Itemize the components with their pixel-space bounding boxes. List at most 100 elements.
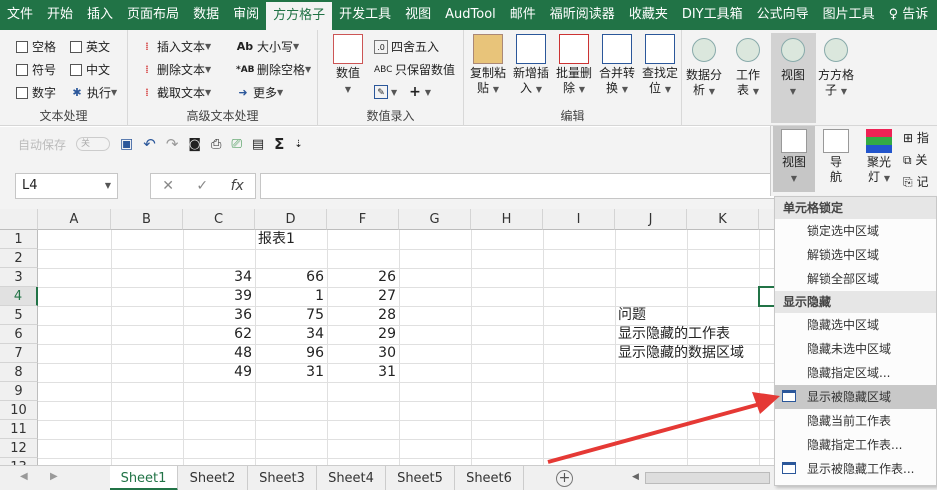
cell-title[interactable]: 报表1 bbox=[258, 230, 295, 249]
cell-d[interactable]: 31 bbox=[255, 363, 324, 382]
tab-review[interactable]: 审阅 bbox=[226, 0, 266, 30]
cell-c[interactable]: 34 bbox=[183, 268, 252, 287]
row-header[interactable]: 11 bbox=[0, 420, 38, 439]
checkbox-number[interactable] bbox=[16, 86, 28, 99]
cancel-icon[interactable]: ✕ bbox=[162, 178, 174, 194]
menu-item-hide-selected[interactable]: 隐藏选中区域 bbox=[775, 313, 936, 337]
cell-c[interactable]: 36 bbox=[183, 306, 252, 325]
batch-delete-button[interactable]: 批量删除 ▼ bbox=[552, 34, 596, 97]
row-header[interactable]: 13 bbox=[0, 458, 38, 465]
copy-paste-button[interactable]: 复制粘贴 ▼ bbox=[466, 34, 510, 97]
menu-item-show-hidden-area[interactable]: 显示被隐藏区域 bbox=[775, 385, 936, 409]
undo-icon[interactable]: ↶ bbox=[143, 135, 156, 153]
tab-formula-wizard[interactable]: 公式向导 bbox=[750, 0, 816, 30]
popup-right-item[interactable]: ⎘ 记 bbox=[903, 173, 928, 190]
option-symbol[interactable]: 符号 bbox=[16, 61, 56, 78]
column-header[interactable]: B bbox=[111, 209, 183, 230]
tab-tell-me[interactable]: ♀ 告诉 bbox=[882, 0, 936, 30]
column-header[interactable]: I bbox=[543, 209, 615, 230]
ffgz-button[interactable]: 方方格子 ▼ bbox=[816, 38, 856, 99]
cell-note[interactable]: 显示隐藏的数据区域 bbox=[618, 344, 744, 363]
numeric-button[interactable]: 数值 ▼ bbox=[326, 34, 370, 97]
tab-insert[interactable]: 插入 bbox=[80, 0, 120, 30]
cell-d[interactable]: 66 bbox=[255, 268, 324, 287]
sheet-tab[interactable]: Sheet1 bbox=[110, 466, 178, 490]
tab-mail[interactable]: 邮件 bbox=[503, 0, 543, 30]
cell-note[interactable]: 问题 bbox=[618, 306, 646, 325]
cell-d[interactable]: 75 bbox=[255, 306, 324, 325]
sheet-tab[interactable]: Sheet3 bbox=[248, 466, 317, 490]
select-all-corner[interactable] bbox=[0, 209, 38, 230]
tab-ffgz[interactable]: 方方格子 bbox=[266, 0, 333, 30]
menu-item-hide-current-sheet[interactable]: 隐藏当前工作表 bbox=[775, 409, 936, 433]
remove-space-button[interactable]: *AB 删除空格 ▼ bbox=[236, 61, 311, 78]
customize-icon[interactable]: ⇣ bbox=[294, 139, 302, 150]
tab-favorites[interactable]: 收藏夹 bbox=[622, 0, 675, 30]
case-button[interactable]: Ab 大小写 ▼ bbox=[236, 38, 299, 55]
popup-right-item[interactable]: ⧉ 关 bbox=[903, 151, 927, 168]
extract-text-button[interactable]: ⁞ 截取文本 ▼ bbox=[140, 84, 211, 101]
cell-c[interactable]: 49 bbox=[183, 363, 252, 382]
popup-spotlight-button[interactable]: 聚光灯 ▼ bbox=[859, 129, 899, 186]
row-header[interactable]: 1 bbox=[0, 230, 38, 249]
numeric-more-button[interactable]: ✎ ▼ + ▼ bbox=[374, 84, 431, 100]
sheet-tab[interactable]: Sheet5 bbox=[386, 466, 455, 490]
menu-item-hide-unselected[interactable]: 隐藏未选中区域 bbox=[775, 337, 936, 361]
menu-item-show-hidden-sheet[interactable]: 显示被隐藏工作表... bbox=[775, 457, 936, 481]
menu-item-hide-specified-sheet[interactable]: 隐藏指定工作表... bbox=[775, 433, 936, 457]
print-preview-icon[interactable]: ⎙ bbox=[211, 137, 221, 152]
column-header[interactable]: J bbox=[615, 209, 687, 230]
merge-convert-button[interactable]: 合并转换 ▼ bbox=[595, 34, 639, 97]
column-header[interactable]: G bbox=[399, 209, 471, 230]
tab-audtool[interactable]: AudTool bbox=[438, 0, 503, 30]
option-number[interactable]: 数字 bbox=[16, 84, 56, 101]
column-header[interactable]: D bbox=[255, 209, 327, 230]
menu-item-hide-specified[interactable]: 隐藏指定区域... bbox=[775, 361, 936, 385]
column-header[interactable] bbox=[759, 209, 775, 230]
round-button[interactable]: .0 四舍五入 bbox=[374, 38, 439, 55]
more-button[interactable]: ➜ 更多 ▼ bbox=[236, 84, 283, 101]
cell-d[interactable]: 34 bbox=[255, 325, 324, 344]
camera-icon[interactable]: ◙ bbox=[188, 137, 201, 152]
insert-text-button[interactable]: ⁞ 插入文本 ▼ bbox=[140, 38, 211, 55]
cell-f[interactable]: 28 bbox=[327, 306, 396, 325]
redo-icon[interactable]: ↷ bbox=[166, 135, 179, 153]
keep-numeric-button[interactable]: ABC 只保留数值 bbox=[374, 61, 455, 78]
form-icon[interactable]: ▤ bbox=[252, 137, 264, 152]
row-header[interactable]: 10 bbox=[0, 401, 38, 420]
row-header[interactable]: 9 bbox=[0, 382, 38, 401]
row-header[interactable]: 3 bbox=[0, 268, 38, 287]
sheet-tab[interactable]: Sheet4 bbox=[317, 466, 386, 490]
save-icon[interactable]: ▣ bbox=[120, 136, 133, 152]
menu-item-unlock-selected[interactable]: 解锁选中区域 bbox=[775, 243, 936, 267]
popup-nav-button[interactable]: 导航 bbox=[819, 129, 853, 185]
row-header[interactable]: 12 bbox=[0, 439, 38, 458]
menu-item-unlock-all[interactable]: 解锁全部区域 bbox=[775, 267, 936, 291]
sheet-nav-prev-icon[interactable]: ◀ bbox=[20, 471, 28, 482]
column-header[interactable]: A bbox=[38, 209, 111, 230]
cell-d[interactable]: 1 bbox=[255, 287, 324, 306]
sheet-nav-next-icon[interactable]: ▶ bbox=[50, 471, 58, 482]
tab-page-layout[interactable]: 页面布局 bbox=[120, 0, 186, 30]
cell-f[interactable]: 31 bbox=[327, 363, 396, 382]
cell-f[interactable]: 30 bbox=[327, 344, 396, 363]
cell-c[interactable]: 39 bbox=[183, 287, 252, 306]
row-header[interactable]: 2 bbox=[0, 249, 38, 268]
selected-cell[interactable] bbox=[758, 286, 775, 307]
popup-right-item[interactable]: ⊞ 指 bbox=[903, 129, 929, 146]
autosave-toggle[interactable]: 关 bbox=[76, 137, 111, 151]
row-header[interactable]: 4 bbox=[0, 287, 38, 306]
name-box[interactable]: L4 ▼ bbox=[15, 173, 118, 199]
cell-d[interactable]: 96 bbox=[255, 344, 324, 363]
scroll-left-icon[interactable]: ◀ bbox=[632, 472, 639, 482]
row-header[interactable]: 5 bbox=[0, 306, 38, 325]
confirm-icon[interactable]: ✓ bbox=[196, 178, 208, 194]
tab-view[interactable]: 视图 bbox=[398, 0, 438, 30]
column-header[interactable]: K bbox=[687, 209, 759, 230]
horizontal-scrollbar[interactable] bbox=[645, 472, 770, 484]
sum-icon[interactable]: Σ bbox=[274, 135, 284, 153]
row-header[interactable]: 6 bbox=[0, 325, 38, 344]
column-header[interactable]: H bbox=[471, 209, 543, 230]
tab-data[interactable]: 数据 bbox=[186, 0, 226, 30]
tab-file[interactable]: 文件 bbox=[0, 0, 40, 30]
